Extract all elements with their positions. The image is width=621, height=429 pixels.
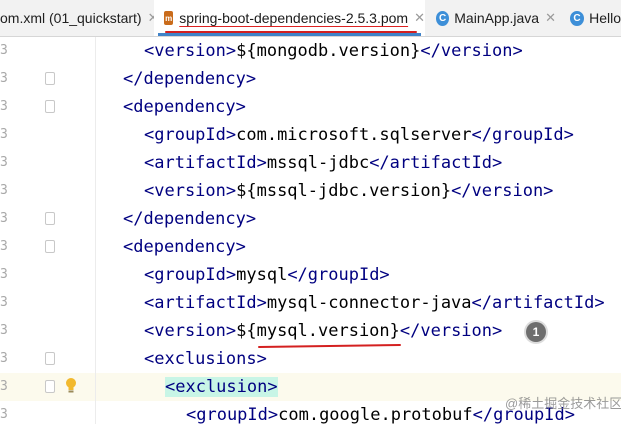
tag-name: <dependency> [123, 97, 246, 117]
xml-open-tag: <dependency> [123, 97, 246, 117]
tab-mainapp-java[interactable]: C MainApp.java ✕ [436, 0, 556, 36]
xml-open-tag: <artifactId> [144, 293, 267, 313]
line-number: 3 [0, 351, 8, 366]
xml-open-tag: <groupId> [144, 265, 237, 285]
xml-close-tag: </groupId> [287, 265, 390, 285]
xml-text-value: ${mssql-jdbc.version} [236, 181, 452, 201]
line-number: 3 [0, 127, 8, 142]
fold-icon[interactable] [45, 240, 55, 253]
active-tab-indicator [158, 33, 421, 36]
watermark: @稀土掘金技术社区 [505, 396, 621, 411]
fold-icon[interactable] [45, 212, 55, 225]
tab-hello[interactable]: C Hello [570, 0, 621, 36]
xml-close-tag: </dependency> [123, 209, 257, 229]
xml-close-tag: </artifactId> [369, 153, 503, 173]
xml-text-value: com.microsoft.sqlserver [236, 125, 472, 145]
line-number: 3 [0, 295, 8, 310]
annotation-number-badge: 1 [526, 322, 546, 342]
intention-bulb-icon[interactable] [65, 377, 77, 395]
code-line[interactable]: </dependency> [96, 205, 621, 233]
fold-icon[interactable] [45, 380, 55, 393]
tab-label: Hello [589, 10, 621, 26]
xml-open-tag: <groupId> [144, 125, 237, 145]
xml-open-tag: <exclusions> [144, 349, 267, 369]
tag-name: <exclusion> [165, 377, 278, 397]
code-line[interactable]: <artifactId>mysql-connector-java</artifa… [96, 289, 621, 317]
code-line[interactable]: <groupId>com.microsoft.sqlserver</groupI… [96, 121, 621, 149]
tab-pom-quickstart[interactable]: om.xml (01_quickstart) ✕ [0, 0, 159, 36]
java-class-icon: C [436, 10, 450, 26]
xml-text-value: mysql [236, 265, 288, 285]
tag-name: <dependency> [123, 237, 246, 257]
line-number: 3 [0, 407, 8, 422]
xml-text-value: com.google.protobuf [278, 405, 473, 425]
tab-label: spring-boot-dependencies-2.5.3.pom [179, 10, 409, 26]
xml-close-tag: </dependency> [123, 69, 257, 89]
tab-label: om.xml (01_quickstart) [0, 10, 142, 26]
code-line[interactable]: <version>${mssql-jdbc.version}</version> [96, 177, 621, 205]
xml-open-tag: <version> [144, 321, 237, 341]
fold-icon[interactable] [45, 72, 55, 85]
line-number: 3 [0, 239, 8, 254]
fold-icon[interactable] [45, 100, 55, 113]
code-line[interactable]: <exclusions> [96, 345, 621, 373]
tab-red-underline [165, 31, 417, 33]
code-line[interactable]: <groupId>mysql</groupId> [96, 261, 621, 289]
line-number: 3 [0, 43, 8, 58]
xml-open-tag: <dependency> [123, 237, 246, 257]
line-number: 3 [0, 99, 8, 114]
xml-open-tag: <groupId> [186, 405, 279, 425]
code-line[interactable]: <version>${mongodb.version}</version> [96, 37, 621, 65]
xml-close-tag: </version> [399, 321, 503, 341]
xml-open-tag: <version> [144, 41, 237, 61]
xml-open-tag: <version> [144, 181, 237, 201]
code-line[interactable]: </dependency> [96, 65, 621, 93]
code-line[interactable]: <artifactId>mssql-jdbc</artifactId> [96, 149, 621, 177]
xml-close-tag: </version> [451, 181, 554, 201]
xml-text-value: mysql-connector-java [266, 293, 472, 313]
close-icon[interactable]: ✕ [414, 10, 425, 26]
xml-close-tag: </groupId> [471, 125, 574, 145]
line-number: 3 [0, 323, 8, 338]
xml-text-value: ${mysql.version} [236, 321, 400, 341]
xml-open-tag: <artifactId> [144, 153, 267, 173]
xml-text-value: mssql-jdbc [266, 153, 370, 173]
maven-pom-icon: m [164, 11, 174, 25]
line-number: 3 [0, 183, 8, 198]
tab-label: MainApp.java [454, 10, 540, 26]
xml-close-tag: </artifactId> [471, 293, 605, 313]
xml-text-value: ${mongodb.version} [236, 41, 421, 61]
editor-gutter: 3 3 3 3 3 3 3 3 3 3 3 3 3 3 [0, 37, 95, 424]
close-icon[interactable]: ✕ [545, 10, 556, 26]
line-number: 3 [0, 211, 8, 226]
xml-open-tag: <exclusion> [165, 377, 278, 397]
fold-icon[interactable] [45, 352, 55, 365]
code-editor[interactable]: <version>${mongodb.version}</version> </d… [96, 37, 621, 425]
code-line[interactable]: <dependency> [96, 233, 621, 261]
line-number: 3 [0, 155, 8, 170]
xml-close-tag: </version> [420, 41, 523, 61]
tag-name: <exclusions> [144, 349, 267, 369]
line-number: 3 [0, 267, 8, 282]
java-class-icon: C [570, 10, 585, 26]
code-line[interactable]: <dependency> [96, 93, 621, 121]
line-number: 3 [0, 379, 8, 394]
line-number: 3 [0, 71, 8, 86]
